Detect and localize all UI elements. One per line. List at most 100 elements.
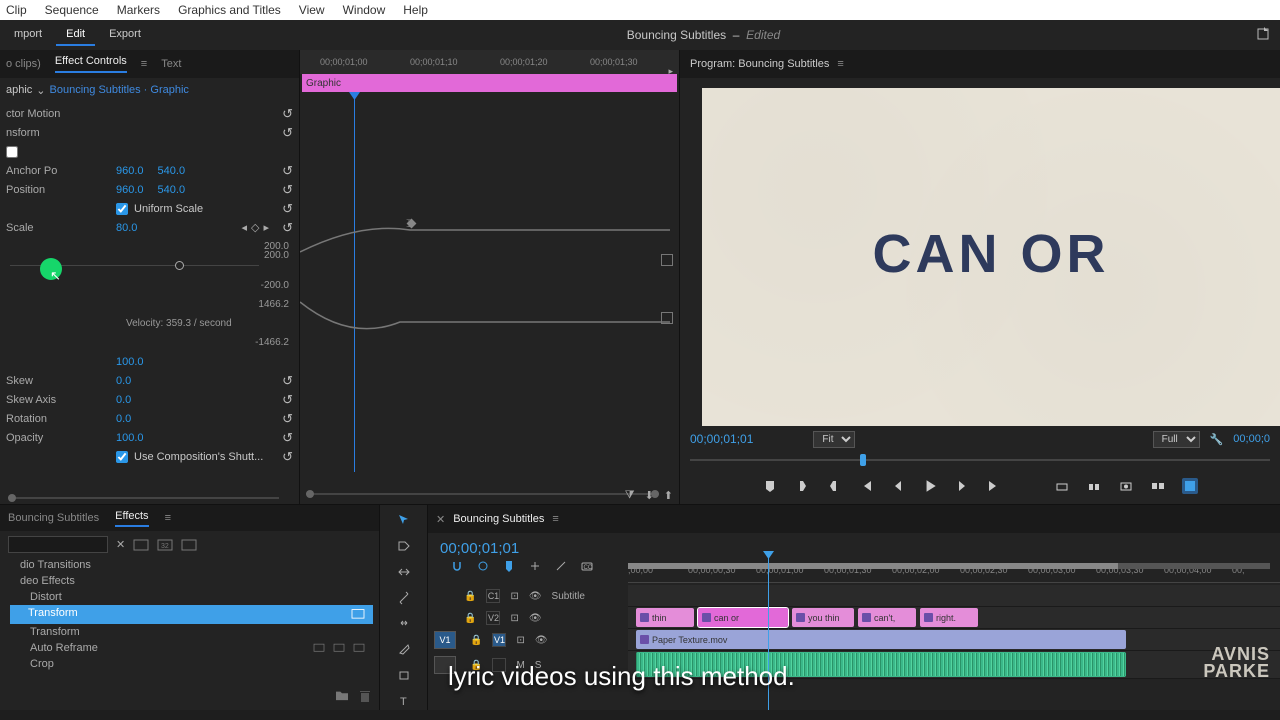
- program-scrubber[interactable]: [690, 452, 1270, 468]
- reset-icon[interactable]: ↺: [282, 125, 293, 141]
- type-tool[interactable]: T: [395, 692, 413, 710]
- preset-bin-icon[interactable]: [133, 537, 149, 551]
- preset-bin-icon[interactable]: 32: [157, 537, 173, 551]
- pos-x[interactable]: 960.0: [116, 184, 144, 196]
- effects-tree[interactable]: dio Transitions deo Effects Distort Tran…: [0, 557, 379, 672]
- clip-thin[interactable]: thin: [636, 608, 694, 627]
- clip-cant[interactable]: can't,: [858, 608, 916, 627]
- sequence-name[interactable]: Bouncing Subtitles: [453, 513, 544, 525]
- linked-selection-icon[interactable]: [476, 559, 490, 576]
- track-label[interactable]: V1: [492, 633, 506, 647]
- menu-help[interactable]: Help: [403, 3, 428, 17]
- keyframe-graph[interactable]: 𝙸: [300, 92, 679, 472]
- pos-y[interactable]: 540.0: [158, 184, 186, 196]
- tree-item[interactable]: Distort: [6, 589, 373, 605]
- close-sequence-icon[interactable]: ✕: [436, 513, 445, 526]
- add-marker-button[interactable]: [762, 478, 778, 494]
- hand-tool[interactable]: [395, 666, 413, 684]
- panel-menu-icon[interactable]: ≡: [165, 512, 171, 524]
- preset-bin-icon[interactable]: [181, 537, 197, 551]
- reset-icon[interactable]: ↺: [282, 201, 293, 217]
- zoom-select[interactable]: Fit: [813, 431, 855, 448]
- menu-graphics[interactable]: Graphics and Titles: [178, 3, 281, 17]
- lock-icon[interactable]: 🔒: [464, 591, 476, 602]
- tab-text[interactable]: Text: [161, 58, 181, 70]
- reset-icon[interactable]: ↺: [282, 449, 293, 465]
- resolution-select[interactable]: Full: [1153, 431, 1200, 448]
- zoom-handle-left[interactable]: [306, 490, 314, 498]
- filter-icon[interactable]: ⧩: [625, 489, 635, 502]
- mode-export[interactable]: Export: [99, 24, 151, 46]
- selection-tool[interactable]: [395, 511, 413, 529]
- menu-sequence[interactable]: Sequence: [45, 3, 99, 17]
- export-frame-button[interactable]: [1118, 478, 1134, 494]
- slip-tool[interactable]: [395, 615, 413, 633]
- quick-export-icon[interactable]: [1256, 26, 1280, 45]
- reset-icon[interactable]: ↺: [282, 220, 293, 236]
- prop-transform[interactable]: nsform: [6, 127, 116, 139]
- menu-markers[interactable]: Markers: [117, 3, 160, 17]
- toggle-output-icon[interactable]: 👁: [535, 635, 548, 646]
- ec-clip-bar[interactable]: Graphic: [302, 74, 677, 92]
- timeline-timecode[interactable]: 00;00;01;01: [428, 540, 628, 557]
- clip-canor[interactable]: can or: [698, 608, 788, 627]
- skew-val[interactable]: 0.0: [116, 375, 131, 387]
- add-keyframe-icon[interactable]: [661, 312, 673, 324]
- next-keyframe-icon[interactable]: ▸: [263, 221, 269, 234]
- play-icon[interactable]: ▸: [668, 66, 673, 77]
- prop-vector-motion[interactable]: ctor Motion: [6, 108, 116, 120]
- tab-noclips[interactable]: o clips): [6, 58, 41, 70]
- reset-icon[interactable]: ↺: [282, 411, 293, 427]
- add-marker-icon[interactable]: [528, 559, 542, 576]
- program-timecode[interactable]: 00;00;01;01: [690, 432, 753, 446]
- tab-project[interactable]: Bouncing Subtitles: [8, 512, 99, 524]
- lock-icon[interactable]: 🔒: [470, 635, 482, 646]
- menu-view[interactable]: View: [299, 3, 325, 17]
- effects-search[interactable]: [8, 536, 108, 553]
- trash-icon[interactable]: [359, 689, 371, 706]
- tree-item[interactable]: dio Transitions: [6, 557, 373, 573]
- reset-icon[interactable]: ↺: [282, 106, 293, 122]
- ec-playhead[interactable]: [354, 92, 355, 472]
- mode-edit[interactable]: Edit: [56, 24, 95, 46]
- go-to-out-button[interactable]: [986, 478, 1002, 494]
- new-bin-icon[interactable]: [335, 689, 349, 706]
- sync-lock-icon[interactable]: ⊡: [510, 613, 518, 624]
- step-back-button[interactable]: [890, 478, 906, 494]
- track-select-tool[interactable]: [395, 537, 413, 555]
- reset-icon[interactable]: ↺: [282, 373, 293, 389]
- ripple-tool[interactable]: [395, 563, 413, 581]
- clip-youthin[interactable]: you thin: [792, 608, 854, 627]
- chevron-down-icon[interactable]: ⌄: [36, 84, 45, 97]
- mark-out-button[interactable]: [826, 478, 842, 494]
- val-100[interactable]: 100.0: [116, 356, 144, 368]
- sequence-menu-icon[interactable]: ≡: [552, 513, 558, 525]
- tree-item-selected[interactable]: Transform: [10, 605, 373, 624]
- snap-icon[interactable]: [450, 559, 464, 576]
- ec-ruler[interactable]: 00;00;01;00 00;00;01;10 00;00;01;20 00;0…: [300, 50, 679, 74]
- opacity-val[interactable]: 100.0: [116, 432, 144, 444]
- marker-tool-icon[interactable]: [502, 559, 516, 576]
- comparison-button[interactable]: [1150, 478, 1166, 494]
- wrench-icon[interactable]: 🔧: [1210, 433, 1224, 446]
- tree-item[interactable]: Crop: [6, 656, 373, 672]
- reset-icon[interactable]: ↺: [282, 430, 293, 446]
- skewaxis-val[interactable]: 0.0: [116, 394, 131, 406]
- clip-link[interactable]: Bouncing Subtitles · Graphic: [50, 84, 189, 96]
- clip-paper[interactable]: Paper Texture.mov: [636, 630, 1126, 649]
- mark-in-button[interactable]: [794, 478, 810, 494]
- clear-search-icon[interactable]: ✕: [116, 538, 125, 551]
- tree-item[interactable]: Auto Reframe: [6, 640, 373, 656]
- clip-right[interactable]: right.: [920, 608, 978, 627]
- insert-icon[interactable]: ⬇: [645, 489, 654, 502]
- add-keyframe-icon[interactable]: ◇: [251, 221, 259, 234]
- reset-icon[interactable]: ↺: [282, 182, 293, 198]
- tab-effects[interactable]: Effects: [115, 510, 148, 527]
- add-keyframe-icon[interactable]: [661, 254, 673, 266]
- reset-icon[interactable]: ↺: [282, 392, 293, 408]
- reset-icon[interactable]: ↺: [282, 163, 293, 179]
- play-button[interactable]: [922, 478, 938, 494]
- pen-tool[interactable]: [395, 640, 413, 658]
- anchor-y[interactable]: 540.0: [158, 165, 186, 177]
- razor-tool[interactable]: [395, 589, 413, 607]
